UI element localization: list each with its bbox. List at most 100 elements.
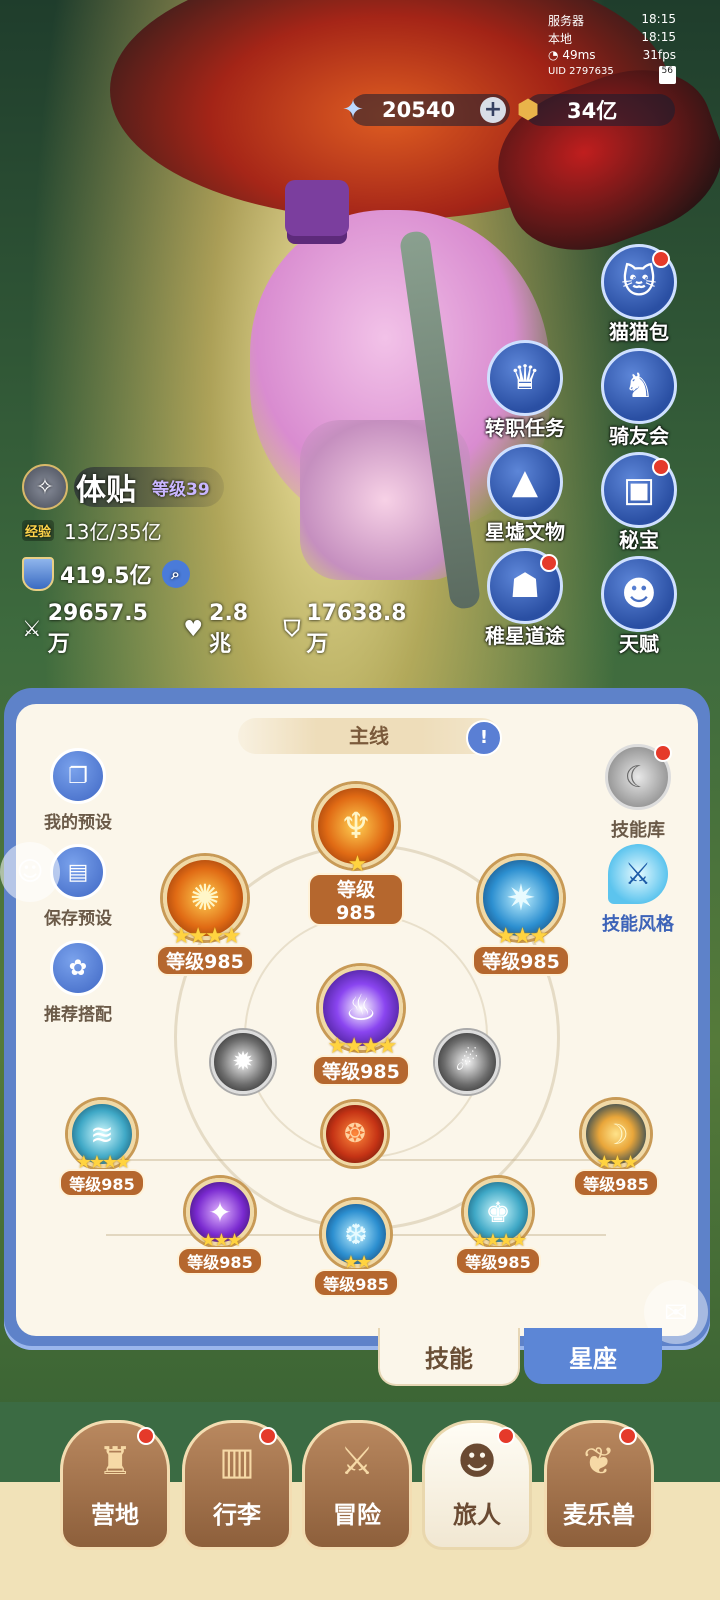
notification-dot [497,1427,515,1445]
tab-skill[interactable]: 技能 [378,1328,520,1386]
rider-club-button[interactable]: ♞ 骑友会 [594,348,684,448]
skill-panel-content: 主线 ! ❐ 我的预设 ▤ 保存预设 ✿ 推荐搭配 ☾ 技能库 ⚔ 技能风格 ♆ [16,704,698,1336]
horse-icon: ♞ [601,348,677,424]
attack-value: 29657.5万 [47,601,148,657]
treasure-button[interactable]: ▣ 秘宝 [594,452,684,552]
skill-level: 等级985 [472,945,570,976]
bottom-navigation: ♜ 营地 ▥ 行李 ⚔ 冒险 ☻ 旅人 ❦ 麦乐兽 [0,1402,720,1600]
robot-icon: ☺ [16,857,44,887]
skill-level: 等级985 [313,1269,399,1297]
skill-panel: 主线 ! ❐ 我的预设 ▤ 保存预设 ✿ 推荐搭配 ☾ 技能库 ⚔ 技能风格 ♆ [4,688,710,1350]
relics-button[interactable]: ▲ 星墟文物 [480,444,570,544]
notification-dot [619,1427,637,1445]
exp-tag: 经验 [22,520,55,541]
fire-swirl-icon: ❂ [323,1102,387,1166]
cat-bag-label: 猫猫包 [609,320,669,344]
mountain-icon: ▲ [487,444,563,520]
skill-slot-bottom-center[interactable]: ❆ ★★ 等级985 [308,1200,404,1297]
character-hat [285,180,349,236]
skill-slot-top[interactable]: ♆ ★ 等级985 [308,784,404,926]
assistant-robot-button[interactable]: ☺ [0,842,60,902]
nav-camp[interactable]: ♜ 营地 [60,1420,170,1550]
gold-coin-icon: ⬢ [516,95,540,125]
nav-luggage[interactable]: ▥ 行李 [182,1420,292,1550]
skill-slot-far-right[interactable]: ☽ ★★★ 等级985 [568,1100,664,1197]
star-path-label: 稚星道途 [485,624,565,648]
combat-power-icon [22,557,54,591]
gold-amount: 34亿 [567,99,618,123]
chat-bubble-icon: ✉ [664,1295,688,1329]
star-currency: ✦ 20540 + [342,94,510,126]
star-amount: 20540 [382,98,456,122]
fps-value: 31fps [642,48,676,62]
skill-level: 等级985 [308,873,404,926]
skill-slot-bottom-right[interactable]: ♚ ★★★★ 等级985 [446,1178,550,1275]
search-icon[interactable]: ⌕ [161,560,190,588]
skill-slot-core[interactable]: ❂ [320,1102,390,1166]
skill-level: 等级985 [156,945,254,976]
job-task-label: 转职任务 [485,416,565,440]
skill-level: 等级985 [455,1247,541,1275]
skill-style-button[interactable]: ⚔ 技能风格 [588,844,688,936]
local-label: 本地 [548,32,573,46]
smoke-burst-icon: ✹ [211,1030,275,1094]
skill-library-button[interactable]: ☾ 技能库 [588,744,688,842]
nav-adventure[interactable]: ⚔ 冒险 [302,1420,412,1550]
preset-cards-icon: ❐ [50,748,106,804]
traveler-avatar-icon: ☻ [457,1439,497,1483]
talent-button[interactable]: ☻ 天赋 [594,556,684,656]
track-title: 主线 [349,724,389,748]
treasure-label: 秘宝 [619,528,659,552]
crossed-swords-icon: ⚔ [339,1439,375,1483]
notification-dot [259,1427,277,1445]
brain-head-icon: ☻ [601,556,677,632]
ping-value: 49ms [562,48,596,62]
add-currency-button[interactable]: + [480,97,506,123]
nav-traveler[interactable]: ☻ 旅人 [422,1420,532,1550]
nav-adventure-label: 冒险 [333,1501,381,1529]
skill-slot-right-upper[interactable]: ✷ ★★★ 等级985 [466,856,576,976]
skill-library-label: 技能库 [611,820,665,841]
server-time: 18:15 [641,12,676,26]
defense-value: 17638.8万 [306,601,407,657]
skill-style-label: 技能风格 [602,914,674,935]
shield-icon: ⛉ [283,617,301,642]
track-selector[interactable]: 主线 ! [238,718,502,756]
notification-dot [652,458,670,476]
relics-label: 星墟文物 [485,520,565,544]
nav-traveler-label: 旅人 [453,1501,501,1529]
hp-value: 2.8兆 [209,601,249,657]
rank-emblem-icon[interactable]: ✧ [22,464,68,510]
crown-icon: ♛ [487,340,563,416]
star-gem-icon: ✦ [342,95,364,125]
skill-slot-mono-left[interactable]: ✹ [208,1030,278,1094]
rider-club-label: 骑友会 [609,424,669,448]
star-path-button[interactable]: ☗ 稚星道途 [480,548,570,648]
skill-slot-mono-right[interactable]: ☄ [432,1030,502,1094]
recommend-button[interactable]: ✿ 推荐搭配 [30,940,126,1025]
uid-label: UID 2797635 [548,66,614,77]
job-task-button[interactable]: ♛ 转职任务 [480,340,570,440]
recommend-icon: ✿ [50,940,106,996]
skill-slot-far-left[interactable]: ≋ ★★★★ 等级985 [54,1100,150,1197]
nav-beast[interactable]: ❦ 麦乐兽 [544,1420,654,1550]
skill-level: 等级985 [177,1247,263,1275]
tab-constellation[interactable]: 星座 [524,1328,662,1384]
notification-dot [137,1427,155,1445]
skill-slot-center[interactable]: ♨ ★★★★ 等级985 [308,966,414,1086]
skill-level: 等级985 [59,1169,145,1197]
my-preset-button[interactable]: ❐ 我的预设 [30,748,126,833]
server-label: 服务器 [548,14,585,28]
chest-icon: ▥ [219,1439,255,1483]
exp-value: 13亿/35亿 [64,520,162,544]
local-time: 18:15 [641,30,676,44]
battery-icon: 56 [658,66,676,84]
player-level: 等级39 [152,479,210,500]
skill-slot-left-upper[interactable]: ✺ ★★★★ 等级985 [150,856,260,976]
combat-power: 419.5亿 [60,564,152,589]
player-name: 体贴 [76,473,136,508]
cat-bag-button[interactable]: 🐱 猫猫包 [594,244,684,344]
skill-slot-bottom-left[interactable]: ✦ ★★★ 等级985 [172,1178,268,1275]
castle-icon: ♜ [97,1439,133,1483]
info-book-icon[interactable]: ! [466,720,502,756]
